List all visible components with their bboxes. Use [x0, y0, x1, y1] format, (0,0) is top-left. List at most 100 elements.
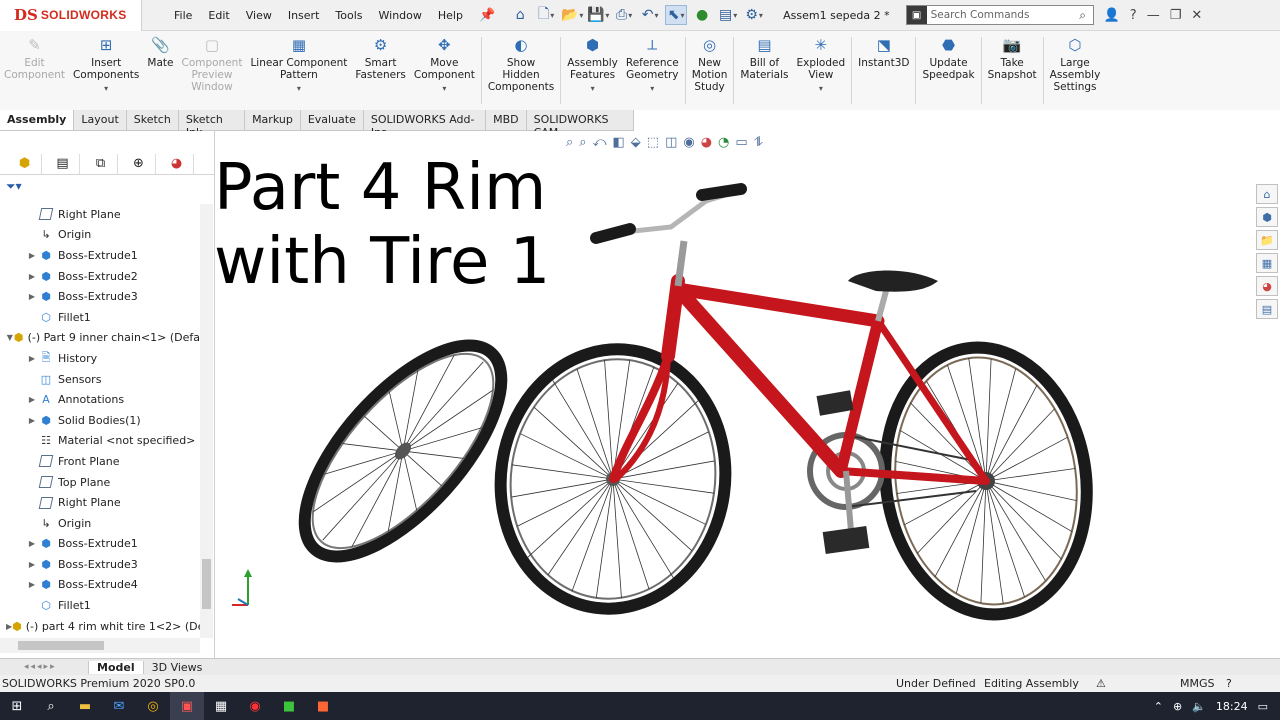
gear-icon[interactable]: ⚙ — [743, 5, 765, 25]
tree-item[interactable]: ▶ ⬢ Boss-Extrude1 — [0, 534, 200, 555]
help-icon[interactable]: ? — [1130, 8, 1137, 23]
tree-item[interactable]: ▶ ⬢ (-) part 4 rim whit tire 1<2> (De — [0, 616, 200, 637]
chevron-up-icon[interactable]: ⌃ — [1154, 700, 1163, 713]
quick-tips-icon[interactable]: ? — [1226, 677, 1232, 690]
feature-manager-tab-icon[interactable]: ⬢ — [8, 153, 42, 174]
tree-item[interactable]: ▶ ⬢ Boss-Extrude3 — [0, 286, 200, 307]
tree-item[interactable]: ⬡ Fillet1 — [0, 595, 200, 616]
tab-mbd[interactable]: MBD — [486, 110, 527, 130]
ribbon-mate-button[interactable]: 📎 Mate — [143, 31, 177, 110]
filter-icon[interactable]: ⏷▾ — [0, 175, 214, 197]
undo-icon[interactable]: ↶ — [639, 5, 661, 25]
search-commands-box[interactable]: ▣ Search Commands ⌕ — [905, 5, 1094, 25]
tab-evaluate[interactable]: Evaluate — [301, 110, 364, 130]
ribbon-assembly-features-button[interactable]: ⬢ Assembly Features ▾ — [563, 31, 622, 110]
solidworks-logo[interactable]: DS SOLIDWORKS — [0, 0, 142, 31]
record-icon[interactable]: ◉ — [238, 692, 272, 720]
menu-file[interactable]: File — [166, 9, 200, 22]
tree-item[interactable]: ▶ 🗎 History — [0, 348, 200, 369]
mail-icon[interactable]: ✉ — [102, 692, 136, 720]
ribbon-snapshot-button[interactable]: 📷 Take Snapshot — [984, 31, 1041, 110]
scroll-thumb[interactable] — [202, 559, 211, 609]
save-icon[interactable]: 💾 — [587, 5, 609, 25]
tab-sketch[interactable]: Sketch — [127, 110, 179, 130]
notifications-icon[interactable]: ▭ — [1258, 700, 1268, 713]
file-properties-icon[interactable]: ▤ — [717, 5, 739, 25]
pin-menu-icon[interactable]: 📌 — [479, 8, 495, 23]
search-icon[interactable]: ⌕ — [1073, 8, 1093, 23]
ribbon-bill-of-materials-button[interactable]: ▤ Bill of Materials — [736, 31, 792, 110]
chevron-down-icon[interactable]: ▾ — [442, 83, 446, 95]
expand-arrow-icon[interactable]: ▶ — [26, 251, 38, 260]
view-palette-icon[interactable]: ▦ — [1256, 253, 1278, 273]
minimize-icon[interactable]: — — [1147, 8, 1160, 23]
property-manager-tab-icon[interactable]: ▤ — [46, 153, 80, 174]
tab-solidworks-add-ins[interactable]: SOLIDWORKS Add-Ins — [364, 110, 487, 139]
tree-item[interactable]: Front Plane — [0, 451, 200, 472]
traffic-light-icon[interactable]: ● — [691, 5, 713, 25]
user-icon[interactable]: 👤 — [1104, 8, 1120, 23]
tree-item[interactable]: Top Plane — [0, 472, 200, 493]
ribbon-move-component-button[interactable]: ✥ Move Component ▾ — [410, 31, 479, 110]
tab-solidworks-cam[interactable]: SOLIDWORKS CAM — [527, 110, 634, 139]
tree-item[interactable]: ▶ A Annotations — [0, 389, 200, 410]
calculator-icon[interactable]: ▦ — [204, 692, 238, 720]
chevron-down-icon[interactable]: ▾ — [819, 83, 823, 95]
restore-icon[interactable]: ❐ — [1170, 8, 1182, 23]
menu-window[interactable]: Window — [371, 9, 430, 22]
tree-item[interactable]: ▶ ⬢ Solid Bodies(1) — [0, 410, 200, 431]
ribbon-exploded-view-button[interactable]: ✳ Exploded View ▾ — [793, 31, 850, 110]
menu-edit[interactable]: Edit — [200, 9, 237, 22]
tree-item[interactable]: ▶ ⬢ Boss-Extrude3 — [0, 554, 200, 575]
tree-item[interactable]: ▶ ⬢ Boss-Extrude4 — [0, 575, 200, 596]
tree-item[interactable]: ↳ Origin — [0, 225, 200, 246]
ribbon-instant3d-button[interactable]: ⬔ Instant3D — [854, 31, 913, 110]
tree-item[interactable]: ▶ ⬢ Boss-Extrude2 — [0, 266, 200, 287]
appearances-icon[interactable]: ◕ — [1256, 276, 1278, 296]
open-folder-icon[interactable]: 📂 — [561, 5, 583, 25]
tree-item[interactable]: ▼ ⬢ (-) Part 9 inner chain<1> (Defa — [0, 328, 200, 349]
ribbon-component-preview-button[interactable]: ▢ Component Preview Window — [177, 31, 246, 110]
scroll-thumb[interactable] — [18, 641, 104, 650]
windows-start-icon[interactable]: ⊞ — [0, 692, 34, 720]
ribbon-edit-component-button[interactable]: ✎ Edit Component — [0, 31, 69, 110]
chevron-down-icon[interactable]: ▾ — [591, 83, 595, 95]
menu-tools[interactable]: Tools — [327, 9, 370, 22]
expand-arrow-icon[interactable]: ▶ — [26, 539, 38, 548]
new-document-icon[interactable]: 🗋 — [535, 5, 557, 25]
ribbon-linear-pattern-button[interactable]: ▦ Linear Component Pattern ▾ — [246, 31, 351, 110]
dimxpert-tab-icon[interactable]: ⊕ — [122, 153, 156, 174]
search-icon[interactable]: ⌕ — [34, 692, 68, 720]
expand-arrow-icon[interactable]: ▶ — [26, 395, 38, 404]
menu-help[interactable]: Help — [430, 9, 471, 22]
custom-properties-icon[interactable]: ▤ — [1256, 299, 1278, 319]
graphics-area[interactable]: ⌕ ⌕ ⤺ ◧ ⬙ ⬚ ◫ ◉ ◕ ◔ ▭ ⥮ Part 4 Rim with … — [216, 131, 1280, 658]
expand-arrow-icon[interactable]: ▶ — [26, 292, 38, 301]
tab-model[interactable]: Model — [88, 660, 143, 674]
tree-horizontal-scrollbar[interactable] — [0, 638, 200, 653]
home-icon[interactable]: ⌂ — [509, 5, 531, 25]
expand-arrow-icon[interactable]: ▶ — [26, 560, 38, 569]
tree-item[interactable]: ◫ Sensors — [0, 369, 200, 390]
ribbon-insert-components-button[interactable]: ⊞ Insert Components ▾ — [69, 31, 143, 110]
ribbon-reference-geometry-button[interactable]: ⟂ Reference Geometry ▾ — [622, 31, 683, 110]
collapse-arrow-icon[interactable]: ▼ — [6, 333, 14, 342]
volume-icon[interactable]: 🔈 — [1192, 700, 1206, 713]
chevron-down-icon[interactable]: ▾ — [104, 83, 108, 95]
menu-insert[interactable]: Insert — [280, 9, 328, 22]
file-explorer-icon[interactable]: 📁 — [1256, 230, 1278, 250]
search-input[interactable]: Search Commands — [927, 9, 1073, 21]
network-icon[interactable]: ⊕ — [1173, 700, 1182, 713]
chevron-down-icon[interactable]: ▾ — [297, 83, 301, 95]
file-explorer-icon[interactable]: ▬ — [68, 692, 102, 720]
tree-item[interactable]: Right Plane — [0, 492, 200, 513]
tab-markup[interactable]: Markup — [245, 110, 301, 130]
solidworks-taskbar-icon[interactable]: ▣ — [170, 692, 204, 720]
tab-3d-views[interactable]: 3D Views — [142, 660, 211, 674]
tree-item[interactable]: ⬡ Fillet1 — [0, 307, 200, 328]
expand-arrow-icon[interactable]: ▶ — [26, 580, 38, 589]
ribbon-large-assembly-button[interactable]: ⬡ Large Assembly Settings — [1046, 31, 1105, 110]
units-selector[interactable]: MMGS — [1180, 677, 1215, 690]
print-icon[interactable]: ⎙ — [613, 5, 635, 25]
select-cursor-icon[interactable]: ⬉ — [665, 5, 688, 25]
